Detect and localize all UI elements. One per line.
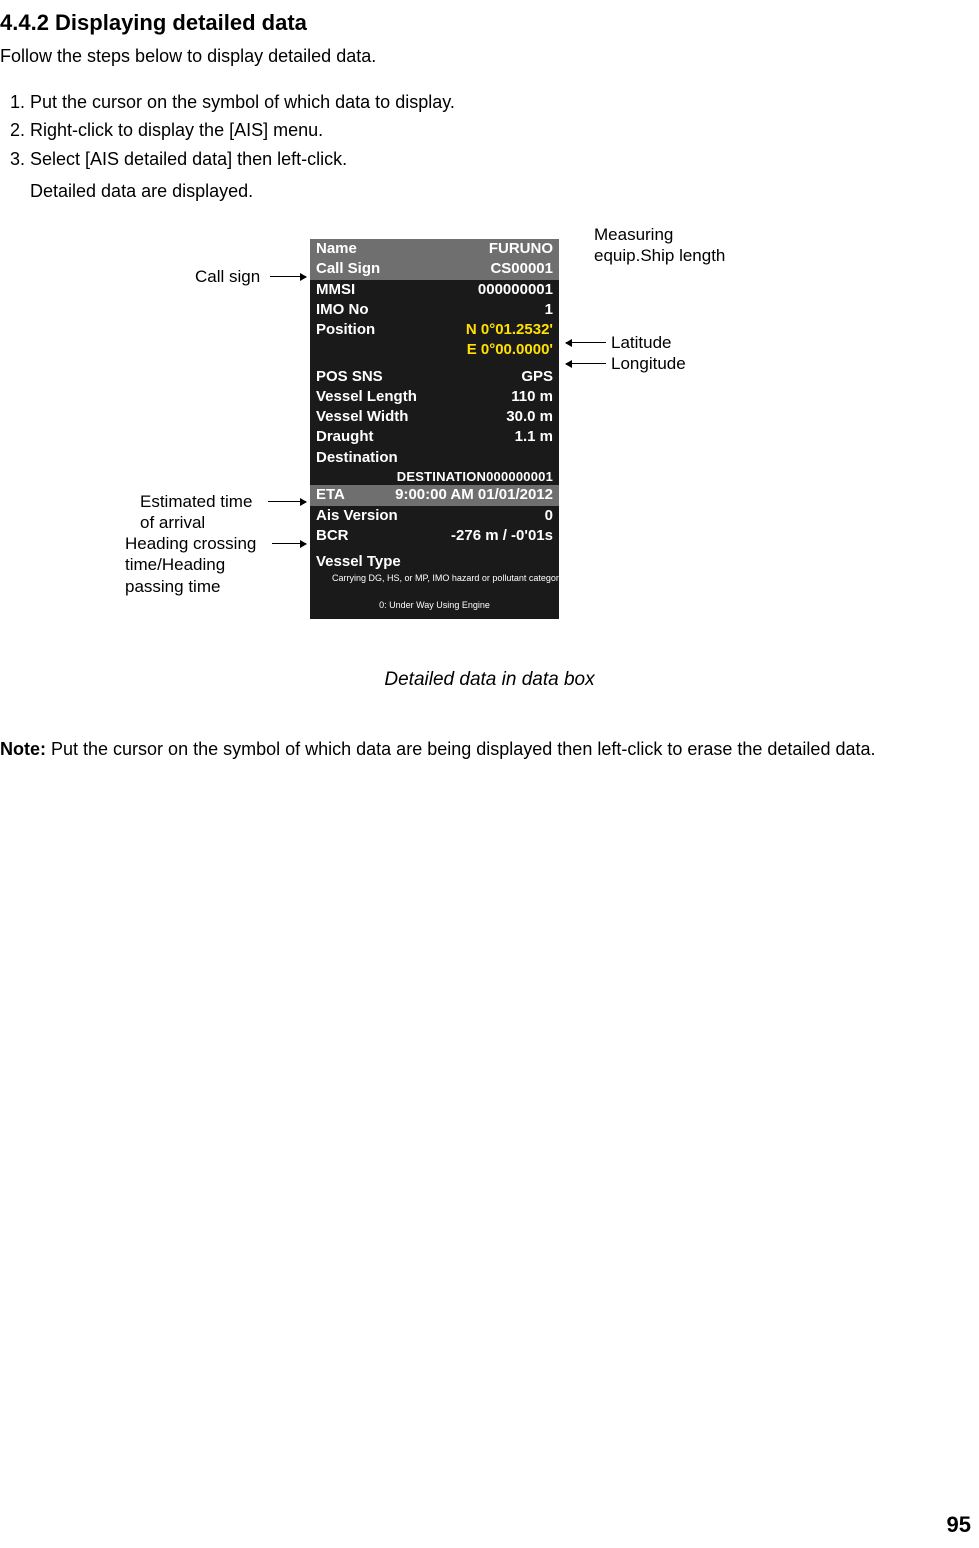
ann-bcr: Heading crossing time/Heading passing ti… — [125, 533, 256, 597]
label-position: Position — [316, 320, 375, 340]
figure-caption: Detailed data in data box — [0, 667, 979, 693]
ann-eta: Estimated time of arrival — [140, 491, 252, 534]
label-ais-version: Ais Version — [316, 506, 398, 526]
label-vessel-type: Vessel Type — [316, 552, 401, 572]
value-pos-sns: GPS — [521, 367, 553, 387]
steps-list: Put the cursor on the symbol of which da… — [30, 90, 979, 171]
row-position-lon: E 0°00.0000' — [310, 340, 559, 360]
figure-area: Call sign Estimated time of arrival Head… — [0, 219, 979, 719]
row-position-lat: Position N 0°01.2532' — [310, 320, 559, 340]
page-number: 95 — [947, 1510, 971, 1540]
ann-callsign: Call sign — [195, 266, 260, 287]
value-name: FURUNO — [489, 239, 553, 259]
arrow-latitude — [566, 342, 606, 343]
ais-data-box: NameFURUNO Call SignCS00001 MMSI00000000… — [310, 239, 559, 619]
value-vessel-length: 110 m — [511, 387, 553, 407]
label-callsign: Call Sign — [316, 259, 380, 279]
value-vessel-type-1: Carrying DG, HS, or MP, IMO hazard or po… — [310, 572, 559, 584]
value-imo: 1 — [545, 300, 553, 320]
step-result: Detailed data are displayed. — [30, 179, 979, 203]
row-imo: IMO No 1 — [310, 300, 559, 320]
label-destination: Destination — [316, 448, 398, 468]
arrow-callsign — [270, 276, 306, 277]
row-callsign: Call Sign CS00001 — [310, 259, 559, 279]
value-draught: 1.1 m — [515, 427, 553, 447]
arrow-longitude — [566, 363, 606, 364]
label-mmsi: MMSI — [316, 280, 355, 300]
ann-measuring: Measuring equip.Ship length — [594, 224, 725, 267]
value-ais-version: 0 — [545, 506, 553, 526]
row-vessel-length: Vessel Length 110 m — [310, 387, 559, 407]
label-vessel-length: Vessel Length — [316, 387, 417, 407]
note-label: Note: — [0, 739, 46, 759]
ann-latitude: Latitude — [611, 332, 672, 353]
value-callsign: CS00001 — [490, 259, 553, 279]
section-heading: 4.4.2 Displaying detailed data — [0, 8, 979, 38]
value-eta: 9:00:00 AM 01/01/2012 — [395, 485, 553, 505]
value-latitude: N 0°01.2532' — [466, 320, 553, 340]
label-name: Name — [316, 239, 357, 259]
note-body: Put the cursor on the symbol of which da… — [46, 739, 876, 759]
value-bcr: -276 m / -0'01s — [451, 526, 553, 546]
value-destination: DESTINATION000000001 — [310, 468, 559, 486]
label-imo: IMO No — [316, 300, 369, 320]
row-destination-label: Destination — [310, 448, 559, 468]
label-draught: Draught — [316, 427, 374, 447]
step-2: Right-click to display the [AIS] menu. — [30, 118, 979, 142]
label-vessel-width: Vessel Width — [316, 407, 408, 427]
row-ais-version: Ais Version 0 — [310, 506, 559, 526]
value-vessel-type-2: 0: Under Way Using Engine — [310, 599, 559, 611]
row-bcr: BCR -276 m / -0'01s — [310, 526, 559, 546]
step-3: Select [AIS detailed data] then left-cli… — [30, 147, 979, 171]
row-draught: Draught 1.1 m — [310, 427, 559, 447]
note-text: Note: Put the cursor on the symbol of wh… — [0, 737, 979, 761]
row-vessel-type-label: Vessel Type — [310, 552, 559, 572]
step-1: Put the cursor on the symbol of which da… — [30, 90, 979, 114]
label-pos-sns: POS SNS — [316, 367, 383, 387]
row-name: Name FURUNO — [310, 239, 559, 259]
label-bcr: BCR — [316, 526, 349, 546]
value-mmsi: 000000001 — [478, 280, 553, 300]
ann-longitude: Longitude — [611, 353, 686, 374]
value-vessel-width: 30.0 m — [506, 407, 553, 427]
row-eta: ETA 9:00:00 AM 01/01/2012 — [310, 485, 559, 505]
label-eta: ETA — [316, 485, 345, 505]
value-longitude: E 0°00.0000' — [467, 340, 553, 360]
intro-text: Follow the steps below to display detail… — [0, 44, 979, 68]
row-mmsi: MMSI 000000001 — [310, 280, 559, 300]
arrow-eta — [268, 501, 306, 502]
row-vessel-width: Vessel Width 30.0 m — [310, 407, 559, 427]
row-pos-sns: POS SNS GPS — [310, 367, 559, 387]
arrow-bcr — [272, 543, 306, 544]
